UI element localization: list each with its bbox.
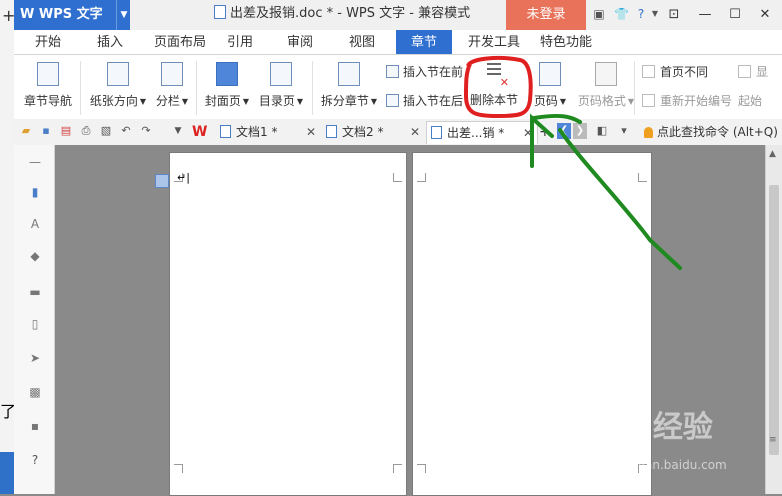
baidu-watermark: Bai 经验 [589, 410, 713, 445]
red-highlight-circle [463, 56, 533, 119]
green-arrow [530, 113, 682, 270]
baidu-watermark-url: jingyan.baidu.com [616, 458, 727, 472]
